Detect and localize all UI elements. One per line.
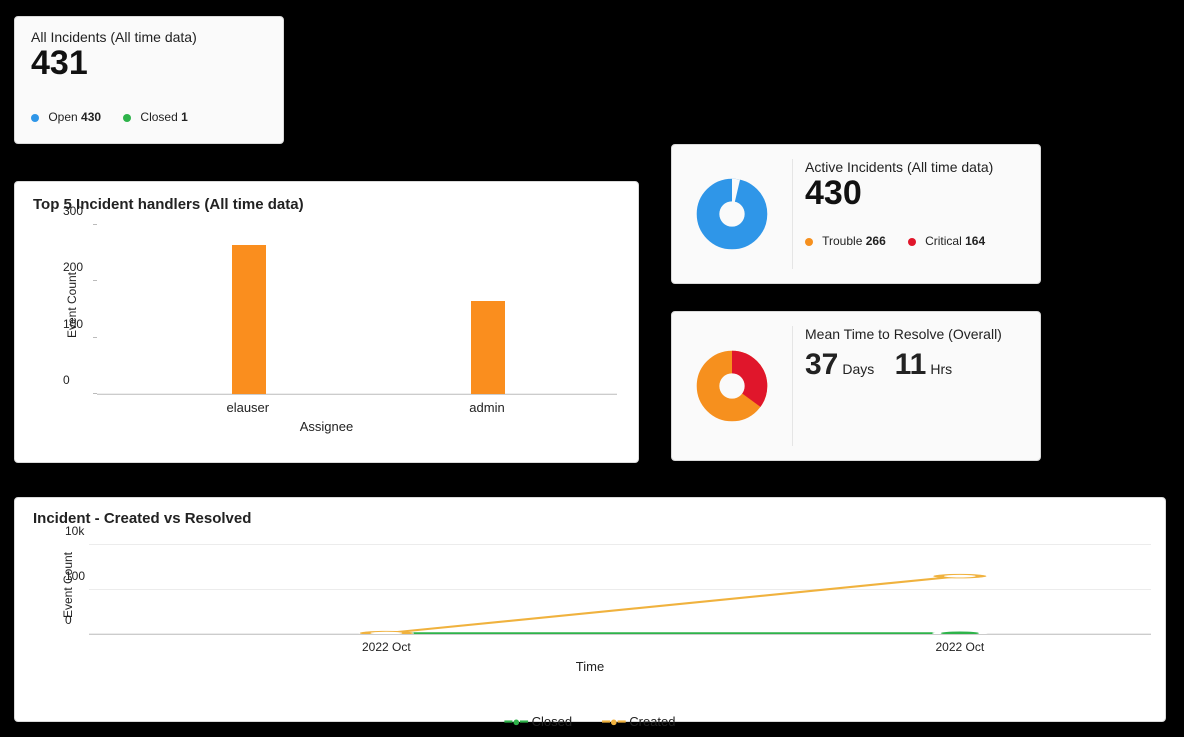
legend-critical-value: 164 bbox=[965, 234, 985, 248]
card-top5-handlers: Top 5 Incident handlers (All time data) … bbox=[14, 181, 639, 463]
ytick: 100 bbox=[65, 569, 85, 583]
legend-trouble: Trouble 266 bbox=[805, 234, 886, 248]
legend-trouble-value: 266 bbox=[866, 234, 886, 248]
legend-closed-label: Closed bbox=[140, 110, 177, 124]
mttr-value: 37Days 11Hrs bbox=[805, 348, 1028, 382]
xtick: 2022 Oct bbox=[362, 640, 411, 654]
legend-closed-value: 1 bbox=[181, 110, 188, 124]
legend-line-closed[interactable]: ━●━ Closed bbox=[505, 714, 573, 730]
card-created-vs-resolved: Incident - Created vs Resolved Event Cou… bbox=[14, 497, 1166, 722]
donut-chart-icon bbox=[694, 348, 770, 424]
line-ylabel: Event Count bbox=[61, 552, 75, 618]
ytick: 200 bbox=[63, 260, 83, 274]
legend-open-value: 430 bbox=[81, 110, 101, 124]
legend-line-created[interactable]: ━●━ Created bbox=[602, 714, 675, 730]
line-chart: Event Count 0 100 10k 2022 bbox=[71, 535, 1151, 635]
legend-line-created-label: Created bbox=[629, 714, 675, 729]
legend-line-closed-label: Closed bbox=[532, 714, 572, 729]
all-incidents-title: All Incidents (All time data) bbox=[31, 29, 267, 45]
ytick: 0 bbox=[63, 373, 70, 387]
dot-icon bbox=[805, 238, 813, 246]
mttr-hrs: 11 bbox=[895, 348, 927, 381]
xtick: 2022 Oct bbox=[935, 640, 984, 654]
dot-icon bbox=[123, 114, 131, 122]
dot-icon bbox=[31, 114, 39, 122]
xtick: admin bbox=[469, 400, 504, 415]
handlers-chart: Event Count 0 100 200 300 elauser admin bbox=[77, 215, 617, 395]
line-xlabel: Time bbox=[33, 659, 1147, 674]
bar-elauser[interactable] bbox=[232, 245, 266, 394]
handlers-title: Top 5 Incident handlers (All time data) bbox=[33, 196, 620, 213]
card-active-incidents: Active Incidents (All time data) 430 Tro… bbox=[671, 144, 1041, 284]
legend-open-label: Open bbox=[48, 110, 77, 124]
mttr-days-unit: Days bbox=[842, 361, 874, 377]
card-all-incidents: All Incidents (All time data) 431 Open 4… bbox=[14, 16, 284, 144]
legend-trouble-label: Trouble bbox=[822, 234, 862, 248]
ytick: 100 bbox=[63, 317, 83, 331]
mttr-days: 37 bbox=[805, 348, 838, 381]
legend-open: Open 430 bbox=[31, 110, 101, 124]
bar-admin[interactable] bbox=[471, 301, 505, 394]
donut-chart-icon bbox=[694, 176, 770, 252]
mttr-title: Mean Time to Resolve (Overall) bbox=[805, 326, 1028, 342]
card-mttr: Mean Time to Resolve (Overall) 37Days 11… bbox=[671, 311, 1041, 461]
ytick: 300 bbox=[63, 204, 83, 218]
line-title: Incident - Created vs Resolved bbox=[33, 510, 1147, 527]
legend-closed: Closed 1 bbox=[123, 110, 188, 124]
ytick: 10k bbox=[65, 524, 84, 538]
active-value: 430 bbox=[805, 175, 1028, 212]
legend-critical: Critical 164 bbox=[908, 234, 985, 248]
mttr-hrs-unit: Hrs bbox=[930, 361, 952, 377]
dot-icon bbox=[908, 238, 916, 246]
legend-critical-label: Critical bbox=[925, 234, 962, 248]
xtick: elauser bbox=[226, 400, 269, 415]
ytick: 0 bbox=[65, 613, 72, 627]
handlers-xlabel: Assignee bbox=[33, 419, 620, 434]
all-incidents-value: 431 bbox=[31, 45, 267, 82]
active-title: Active Incidents (All time data) bbox=[805, 159, 1028, 175]
